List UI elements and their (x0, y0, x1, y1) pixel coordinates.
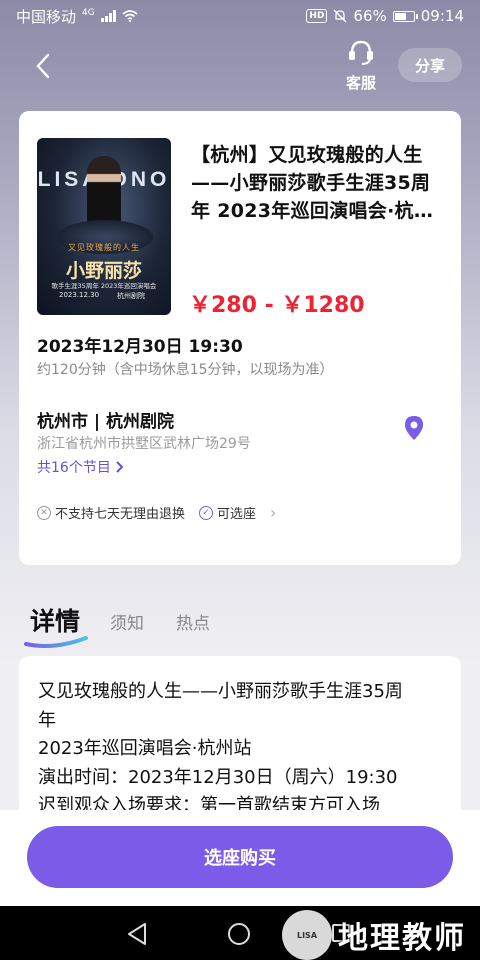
policy-label: 不支持七天无理由退换 (55, 507, 186, 522)
poster-subtitle: 又见玫瑰般的人生 (68, 243, 140, 252)
carrier-label: 中国移动 (16, 7, 77, 26)
detail-line: 2023年巡回演唱会·杭州站 (38, 738, 252, 759)
battery-percent: 66% (353, 7, 387, 25)
x-circle-icon: ✕ (37, 505, 51, 520)
policy-row[interactable]: ✕ 不支持七天无理由退换 ✓ 可选座 › (37, 503, 276, 522)
chevron-right-icon (116, 461, 123, 473)
detail-line: 又见玫瑰般的人生——小野丽莎歌手生涯35周 (38, 681, 403, 702)
event-datetime: 2023年12月30日 19:30 (37, 337, 243, 357)
poster-name-cn: 小野丽莎 (65, 260, 142, 282)
network-type: 4G (82, 8, 95, 18)
bottom-action-bar: 选座购买 (0, 810, 480, 906)
watermark-text: 地理教师 (338, 921, 466, 956)
battery-icon (392, 10, 418, 22)
nav-home-icon[interactable] (228, 923, 250, 945)
signal-icon (100, 10, 116, 22)
clock: 09:14 (420, 7, 464, 25)
event-title-line: 【杭州】又见玫瑰般的人生 (191, 144, 423, 166)
event-title-line: ——小野丽莎歌手生涯35周 (191, 172, 431, 194)
check-circle-icon: ✓ (199, 505, 214, 520)
event-duration: 约120分钟（含中场休息15分钟，以现场为准） (37, 362, 334, 378)
header: 客服 分享 (0, 32, 480, 104)
status-bar: 中国移动 4G HD 66% 09:14 (0, 0, 480, 32)
tab-hot[interactable]: 热点 (176, 609, 210, 638)
detail-content: 又见玫瑰般的人生——小野丽莎歌手生涯35周 年 2023年巡回演唱会·杭州站 演… (19, 656, 461, 816)
back-arrow-icon[interactable] (30, 52, 58, 80)
watermark: LISA 地理教师 (282, 910, 466, 960)
event-venue: 杭州市 | 杭州剧院 (37, 412, 175, 432)
chevron-right-icon[interactable]: › (270, 503, 276, 522)
poster-date: 2023.12.30 (59, 291, 100, 299)
share-button[interactable]: 分享 (398, 48, 462, 82)
poster-venue: 杭州剧院 (117, 292, 145, 300)
policy-label: 可选座 (217, 507, 257, 522)
price-range: ￥280 - ￥1280 (189, 293, 365, 318)
poster-tour: 歌手生涯35周年 2023年巡回演唱会 (51, 282, 157, 290)
map-pin-icon[interactable] (403, 415, 425, 441)
event-address: 浙江省杭州市拱墅区武林广场29号 (37, 436, 251, 452)
wifi-icon (122, 10, 138, 22)
detail-line: 年 (38, 709, 56, 731)
select-seat-buy-button[interactable]: 选座购买 (27, 826, 453, 888)
event-card: LISA ONO 又见玫瑰般的人生 小野丽莎 歌手生涯35周年 2023年巡回演… (19, 111, 461, 565)
tab-details[interactable]: 详情 (24, 602, 88, 648)
event-poster[interactable]: LISA ONO 又见玫瑰般的人生 小野丽莎 歌手生涯35周年 2023年巡回演… (37, 138, 171, 315)
sessions-link[interactable]: 共16个节目 (37, 457, 123, 477)
tab-label: 详情 (30, 607, 81, 636)
sessions-label: 共16个节目 (37, 460, 111, 476)
policy-seat-select: ✓ 可选座 (199, 503, 256, 522)
detail-line: 演出时间：2023年12月30日（周六）19:30 (38, 766, 398, 788)
customer-service-button[interactable]: 客服 (338, 38, 384, 93)
hd-badge: HD (306, 9, 328, 23)
event-title-line: 年 2023年巡回演唱会·杭… (191, 200, 434, 222)
active-tab-underline (24, 636, 88, 648)
watermark-badge: LISA (282, 910, 332, 960)
nav-back-icon[interactable] (126, 922, 148, 946)
policy-no-refund: ✕ 不支持七天无理由退换 (37, 503, 185, 522)
headset-icon (349, 40, 373, 65)
event-title: 【杭州】又见玫瑰般的人生 ——小野丽莎歌手生涯35周 年 2023年巡回演唱会·… (191, 141, 447, 225)
service-label: 客服 (345, 74, 376, 92)
tab-notice[interactable]: 须知 (110, 609, 144, 638)
mute-bell-icon (333, 9, 347, 23)
detail-tabs: 详情 须知 热点 (24, 594, 242, 648)
